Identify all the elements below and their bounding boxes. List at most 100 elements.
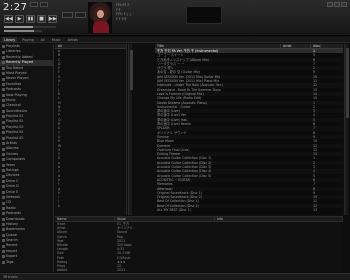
track-row[interactable]: ALL MY BEST (Disc 1) 13 [155, 208, 343, 212]
tab-library[interactable]: Library [2, 37, 18, 42]
folder-icon [2, 126, 5, 130]
folder-icon [2, 206, 5, 210]
folder-icon [2, 131, 5, 135]
next-button[interactable]: ▶▶ [48, 15, 57, 23]
folder-icon [2, 185, 5, 189]
filter-list: All ABCDEFGHIJKLMNOPQRSTUVWXYZabcdefghij… [55, 44, 127, 215]
library-tree: Playlists Libraries Recently Added Recently… [0, 44, 54, 272]
folder-icon [2, 147, 5, 151]
details-panel: Name Value Info Track 01_千万 Artist オリジナル Alb… [55, 216, 343, 272]
folder-icon [2, 104, 5, 108]
folder-icon [2, 217, 5, 221]
folder-icon [2, 72, 5, 76]
folder-icon [2, 45, 5, 49]
folder-icon [2, 66, 5, 70]
now-playing-line: ﾃﾂﾃｨﾃｳ ﾃ [116, 3, 129, 7]
stop-button[interactable]: ■ [37, 15, 46, 23]
track-number: 13 [313, 207, 318, 212]
folder-icon [2, 142, 5, 146]
folder-icon [2, 233, 5, 237]
folder-icon [2, 120, 5, 124]
options-button[interactable] [40, 2, 48, 7]
pause-button[interactable]: ▮▮ [26, 15, 35, 23]
details-info [215, 268, 343, 272]
close-button[interactable] [341, 2, 347, 7]
folder-icon [2, 260, 5, 264]
minimize-button[interactable] [327, 2, 333, 7]
details-value: 2011 [117, 268, 126, 272]
tab-playing[interactable]: Playing [20, 37, 36, 42]
shuffle-button[interactable] [62, 12, 73, 18]
play-button[interactable]: ▶ [15, 15, 24, 23]
filter-item[interactable]: k [55, 204, 126, 208]
now-playing-info: ﾃﾂﾃｨﾃｳ ﾃ ﾃ ﾁ ﾃﾂﾃｨ ﾃ ｭ ｭ ﾃ ﾃ ﾃﾂﾃ [116, 3, 131, 21]
folder-icon [2, 99, 5, 103]
tree-item-label: Tags [6, 259, 14, 264]
folder-icon [2, 228, 5, 232]
details-row[interactable]: Added 2011 [55, 268, 343, 272]
menu-button[interactable] [30, 2, 38, 7]
volume-fill [4, 30, 35, 32]
track-title: ALL MY BEST (Disc 1) [157, 207, 191, 212]
folder-icon [2, 223, 5, 227]
scroll-thumb[interactable] [129, 50, 133, 90]
scroll-thumb[interactable] [345, 48, 349, 118]
seek-fill [4, 26, 33, 28]
folder-icon [2, 250, 5, 254]
folder-icon [2, 82, 5, 86]
tab-all[interactable]: All [39, 37, 47, 42]
now-playing-line: ﾃ ﾃ ﾃﾂﾃ [116, 16, 127, 21]
art-body [93, 21, 109, 33]
previous-button[interactable]: ◀◀ [4, 15, 13, 23]
folder-icon [2, 174, 5, 178]
time-display: 2:27 [3, 2, 28, 13]
track-scrollbar[interactable] [344, 44, 349, 215]
repeat-button[interactable] [75, 12, 86, 18]
folder-icon [2, 201, 5, 205]
track-list: Title Artist Album 千万 千万 PA Ver. 千万 千 (I… [155, 44, 343, 215]
tab-bar: Library Playing All Music Artists [0, 37, 350, 43]
status-bar: 38 tracks [0, 273, 350, 280]
details-column-value[interactable]: Value [115, 217, 215, 221]
art-face [97, 10, 104, 18]
album-art [88, 2, 112, 33]
filter-scrollbar[interactable] [128, 44, 133, 215]
details-column-name[interactable]: Name [55, 217, 115, 221]
column-artist[interactable]: Artist [281, 44, 311, 48]
folder-icon [2, 196, 5, 200]
folder-icon [2, 77, 5, 81]
visualizer [186, 6, 222, 24]
folder-icon [2, 109, 5, 113]
folder-icon [2, 115, 5, 119]
folder-icon [2, 153, 5, 156]
player-bar: 2:27 ◀◀ ▶ ▮▮ ■ ▶▶ ﾃﾂﾃｨﾃｳ ﾃ ﾃ ﾁ ﾃﾂﾃｨ ﾃ ｭ … [0, 0, 350, 36]
folder-icon [2, 50, 5, 54]
folder-icon [2, 255, 5, 259]
folder-icon [2, 61, 5, 65]
folder-icon [2, 190, 5, 194]
folder-icon [2, 239, 5, 243]
folder-icon [2, 88, 5, 92]
volume-slider[interactable] [4, 30, 42, 32]
tab-artists[interactable]: Artists [66, 37, 80, 42]
tree-item[interactable]: Tags [0, 260, 53, 265]
column-title[interactable]: Title [155, 44, 281, 48]
maximize-button[interactable] [334, 2, 340, 7]
folder-icon [2, 169, 5, 173]
toolbar [62, 12, 86, 18]
folder-icon [2, 244, 5, 248]
mini-buttons [30, 2, 48, 7]
details-column-info[interactable]: Info [215, 217, 343, 221]
folder-icon [2, 136, 5, 140]
folder-icon [2, 55, 5, 59]
window-controls [327, 2, 347, 7]
folder-icon [2, 163, 5, 167]
folder-icon [2, 93, 5, 97]
details-name: Added [57, 268, 68, 272]
seek-bar[interactable] [4, 26, 56, 28]
folder-icon [2, 158, 5, 162]
column-album[interactable]: Album [311, 44, 321, 48]
transport-controls: ◀◀ ▶ ▮▮ ■ ▶▶ [4, 15, 57, 23]
track-artist [281, 208, 311, 212]
tab-music[interactable]: Music [50, 37, 63, 42]
